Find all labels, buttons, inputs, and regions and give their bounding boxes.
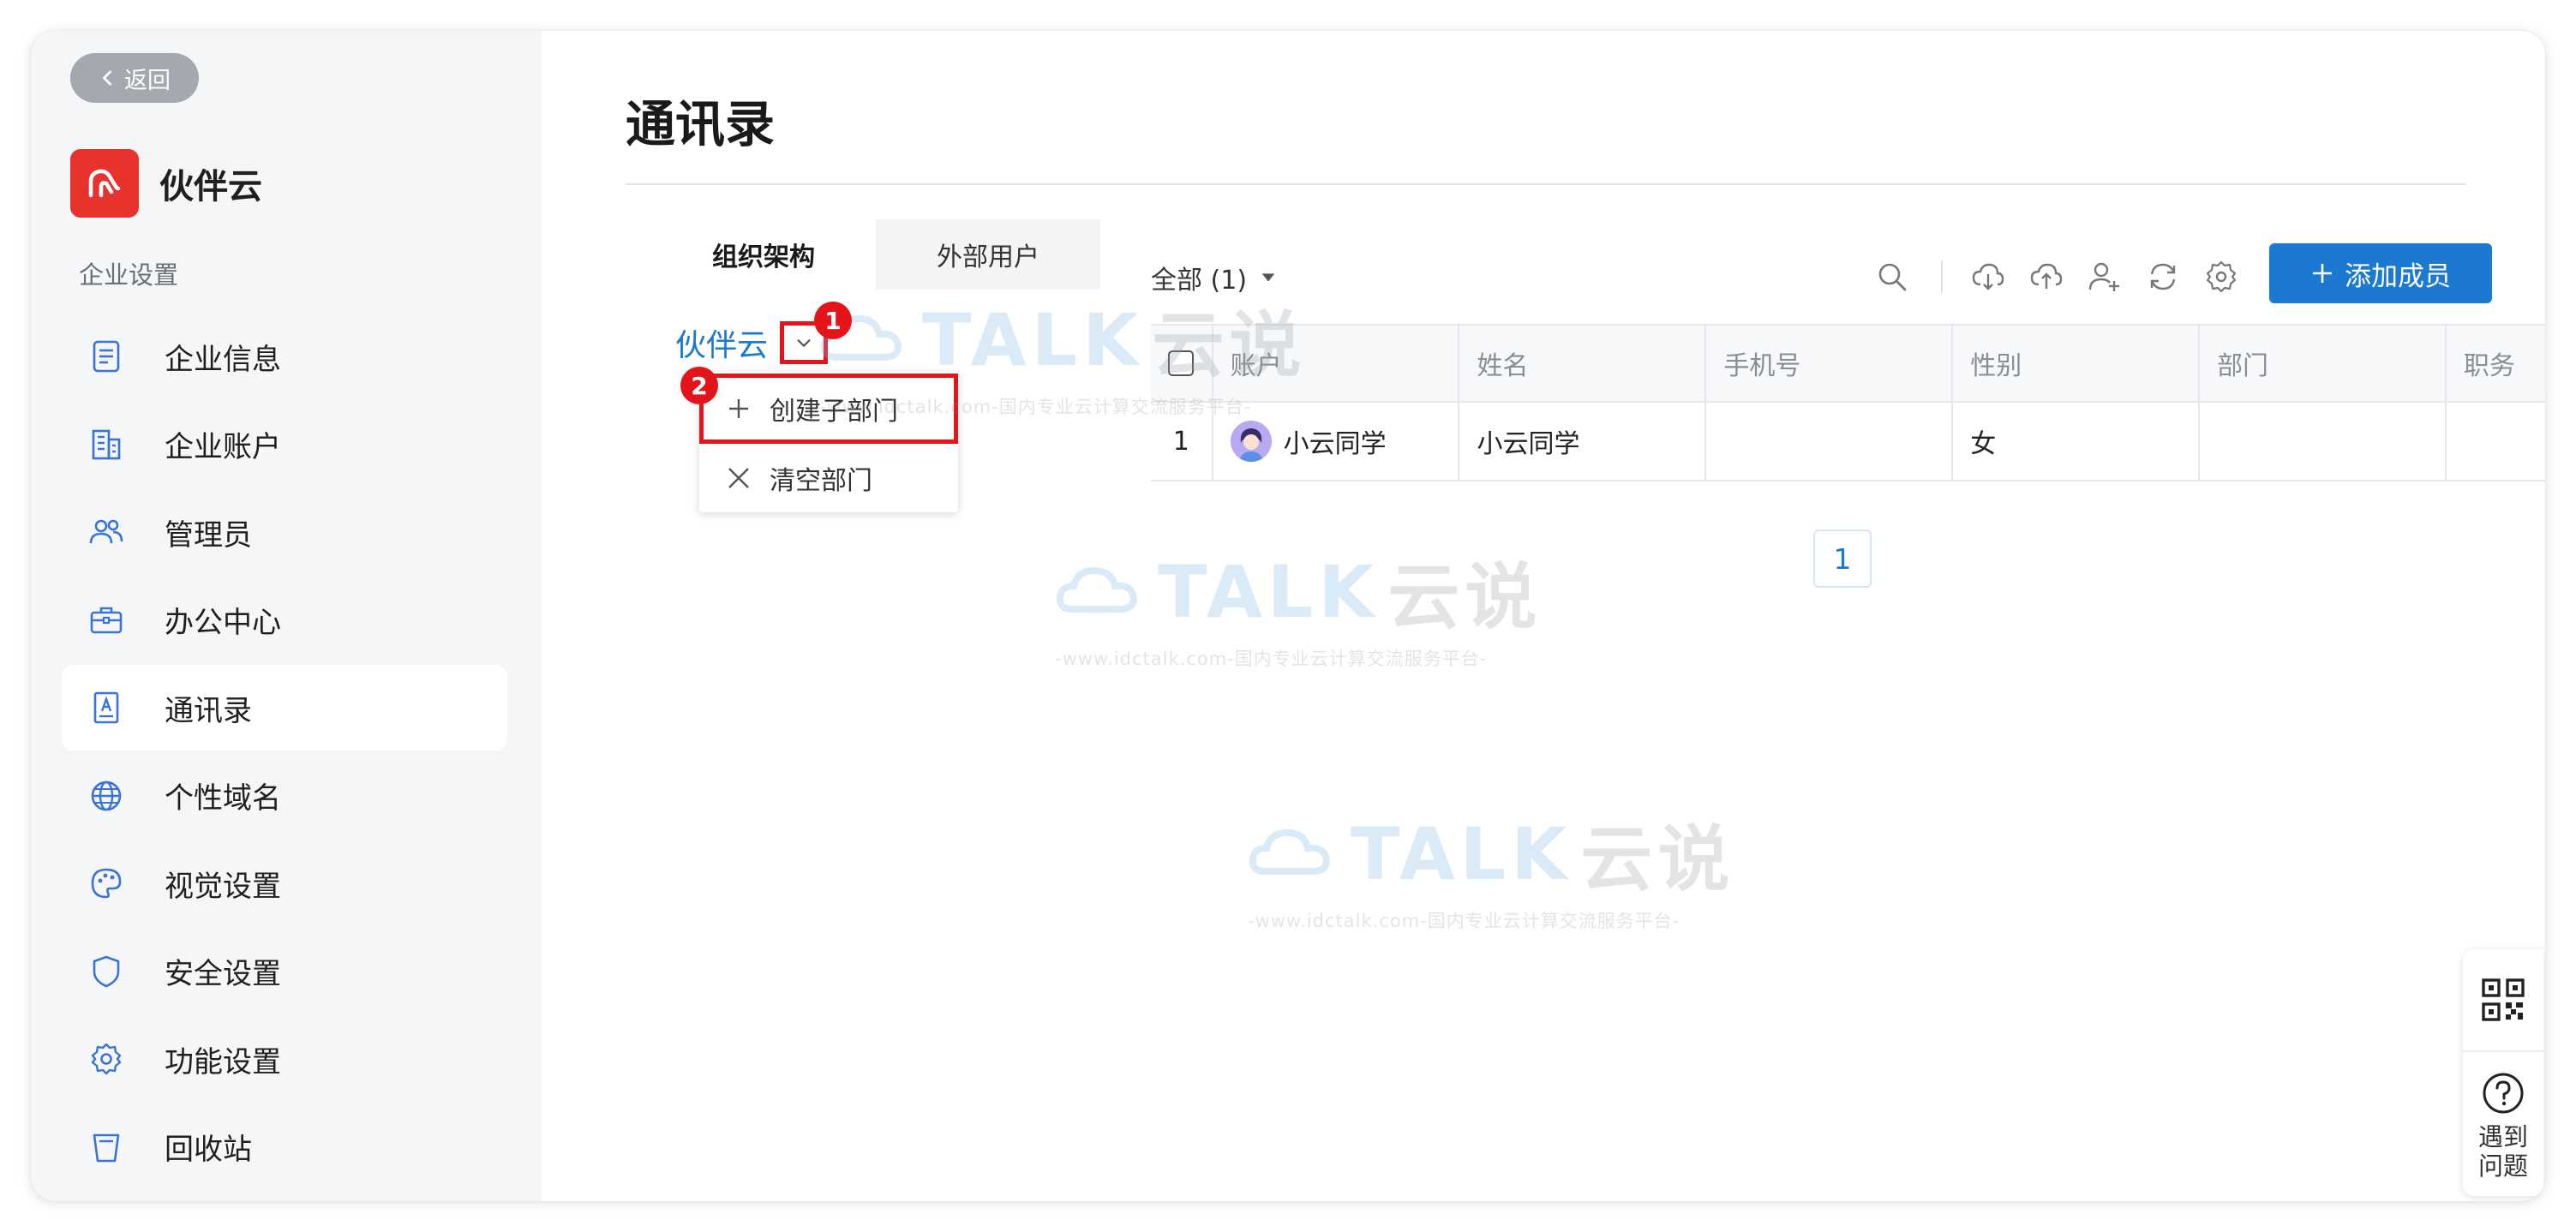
plus-icon bbox=[2313, 264, 2332, 283]
cloud-download-icon[interactable] bbox=[1970, 259, 2006, 295]
title-divider bbox=[626, 183, 2466, 185]
cell-gender: 女 bbox=[1953, 403, 2201, 480]
cloud-upload-icon[interactable] bbox=[2028, 259, 2064, 295]
document-icon bbox=[87, 338, 125, 375]
add-user-icon[interactable] bbox=[2087, 259, 2123, 295]
search-icon[interactable] bbox=[1874, 259, 1910, 295]
table-header-row: 账户 姓名 手机号 性别 部门 职务 bbox=[1151, 324, 2545, 403]
column-header-position[interactable]: 职务 bbox=[2447, 326, 2545, 401]
sidebar-nav: 企业信息 企业账户 管理员 办公中心 通讯录 个性域名 视觉设置 安全设置 功能… bbox=[62, 314, 507, 1192]
cell-department bbox=[2200, 403, 2447, 480]
filter-label: 全部 (1) bbox=[1151, 266, 1248, 296]
step-marker-1: 1 bbox=[814, 302, 852, 339]
department-tree-root: 伙伴云 bbox=[675, 320, 829, 365]
section-label: 企业设置 bbox=[79, 260, 179, 290]
brand-logo-icon bbox=[70, 149, 139, 218]
column-header-phone[interactable]: 手机号 bbox=[1706, 326, 1954, 401]
building-icon bbox=[87, 426, 125, 463]
globe-icon bbox=[87, 777, 125, 815]
sidebar-item-company-info[interactable]: 企业信息 bbox=[62, 314, 507, 399]
sidebar-item-label: 管理员 bbox=[165, 517, 252, 553]
sidebar-item-label: 视觉设置 bbox=[165, 869, 281, 904]
sidebar-item-label: 办公中心 bbox=[165, 606, 281, 640]
column-header-department[interactable]: 部门 bbox=[2200, 326, 2447, 401]
toolbar-separator bbox=[1941, 260, 1943, 293]
header-select-cell bbox=[1151, 326, 1213, 401]
briefcase-icon bbox=[87, 601, 125, 639]
close-icon bbox=[728, 468, 749, 488]
sidebar-item-recycle-bin[interactable]: 回收站 bbox=[62, 1104, 507, 1190]
main-content: 通讯录 组织架构 外部用户 伙伴云 1 创建子部门 清空部门 2 全部 (1) bbox=[542, 31, 2545, 1201]
step-marker-2: 2 bbox=[680, 367, 718, 404]
cell-position bbox=[2447, 403, 2545, 480]
members-table: 账户 姓名 手机号 性别 部门 职务 1 小云同学 小云同学 女 bbox=[1151, 324, 2545, 481]
select-all-checkbox[interactable] bbox=[1168, 350, 1195, 376]
qr-code-button[interactable] bbox=[2463, 949, 2543, 1052]
chevron-left-icon bbox=[103, 70, 112, 86]
column-header-gender[interactable]: 性别 bbox=[1953, 326, 2201, 401]
pagination-page-1[interactable]: 1 bbox=[1813, 529, 1872, 588]
back-label: 返回 bbox=[124, 67, 171, 94]
sidebar-item-visual-settings[interactable]: 视觉设置 bbox=[62, 840, 507, 926]
page-title: 通讯录 bbox=[626, 95, 776, 153]
sidebar-item-label: 通讯录 bbox=[165, 693, 252, 728]
sidebar-item-label: 回收站 bbox=[165, 1133, 252, 1167]
gear-icon bbox=[87, 1040, 125, 1078]
member-filter-dropdown[interactable]: 全部 (1) bbox=[1151, 259, 1278, 296]
brand: 伙伴云 bbox=[70, 149, 262, 218]
sidebar: 返回 伙伴云 企业设置 企业信息 企业账户 管理员 办公中心 通讯录 个性域名 … bbox=[31, 31, 542, 1201]
brand-name: 伙伴云 bbox=[159, 167, 262, 206]
row-index: 1 bbox=[1151, 403, 1213, 480]
palette-icon bbox=[87, 864, 125, 902]
shield-icon bbox=[87, 953, 125, 990]
app-window: 返回 伙伴云 企业设置 企业信息 企业账户 管理员 办公中心 通讯录 个性域名 … bbox=[31, 31, 2545, 1201]
add-member-label: 添加成员 bbox=[2345, 260, 2451, 292]
add-member-button[interactable]: 添加成员 bbox=[2269, 243, 2492, 303]
sidebar-item-office-center[interactable]: 办公中心 bbox=[62, 577, 507, 663]
refresh-icon[interactable] bbox=[2145, 259, 2181, 295]
cell-name: 小云同学 bbox=[1459, 403, 1707, 480]
sidebar-item-feature-settings[interactable]: 功能设置 bbox=[62, 1016, 507, 1102]
account-name: 小云同学 bbox=[1283, 429, 1387, 459]
trash-icon bbox=[87, 1128, 125, 1166]
sidebar-item-label: 个性域名 bbox=[165, 781, 281, 816]
cell-phone bbox=[1706, 403, 1954, 480]
menu-item-label: 清空部门 bbox=[770, 466, 872, 496]
sidebar-item-label: 企业信息 bbox=[165, 342, 281, 377]
tab-external-users[interactable]: 外部用户 bbox=[876, 219, 1100, 290]
department-root-label[interactable]: 伙伴云 bbox=[675, 320, 768, 365]
back-button[interactable]: 返回 bbox=[70, 53, 199, 103]
plus-icon bbox=[729, 399, 748, 418]
org-tabs: 组织架构 外部用户 bbox=[651, 219, 1100, 290]
cell-account: 小云同学 bbox=[1213, 403, 1460, 480]
clear-department-item[interactable]: 清空部门 bbox=[699, 444, 958, 512]
help-label: 遇到问题 bbox=[2477, 1122, 2528, 1181]
menu-item-label: 创建子部门 bbox=[770, 397, 898, 427]
sidebar-item-contacts[interactable]: 通讯录 bbox=[62, 665, 507, 751]
sidebar-item-company-account[interactable]: 企业账户 bbox=[62, 402, 507, 487]
create-sub-department-item[interactable]: 创建子部门 bbox=[699, 374, 958, 444]
settings-icon[interactable] bbox=[2203, 259, 2239, 295]
avatar bbox=[1230, 421, 1272, 462]
users-icon bbox=[87, 513, 125, 551]
sidebar-item-custom-domain[interactable]: 个性域名 bbox=[62, 753, 507, 839]
sidebar-item-label: 安全设置 bbox=[165, 957, 281, 991]
department-dropdown-menu: 创建子部门 清空部门 bbox=[699, 372, 958, 512]
sidebar-item-security-settings[interactable]: 安全设置 bbox=[62, 929, 507, 1014]
sidebar-item-admins[interactable]: 管理员 bbox=[62, 489, 507, 575]
chevron-down-icon bbox=[797, 339, 811, 347]
contacts-book-icon bbox=[87, 689, 125, 727]
member-toolbar bbox=[1874, 259, 2261, 295]
question-circle-icon bbox=[2483, 1073, 2524, 1114]
table-row[interactable]: 1 小云同学 小云同学 女 bbox=[1151, 403, 2545, 481]
tab-org-structure[interactable]: 组织架构 bbox=[651, 219, 876, 290]
sidebar-item-label: 功能设置 bbox=[165, 1044, 281, 1079]
qr-code-icon bbox=[2482, 978, 2525, 1021]
sidebar-item-label: 企业账户 bbox=[165, 430, 281, 464]
column-header-account[interactable]: 账户 bbox=[1213, 326, 1460, 401]
help-button[interactable]: 遇到问题 bbox=[2463, 1052, 2543, 1196]
floating-help-panel: 遇到问题 bbox=[2463, 949, 2543, 1196]
column-header-name[interactable]: 姓名 bbox=[1459, 326, 1707, 401]
caret-down-icon bbox=[1261, 273, 1275, 282]
